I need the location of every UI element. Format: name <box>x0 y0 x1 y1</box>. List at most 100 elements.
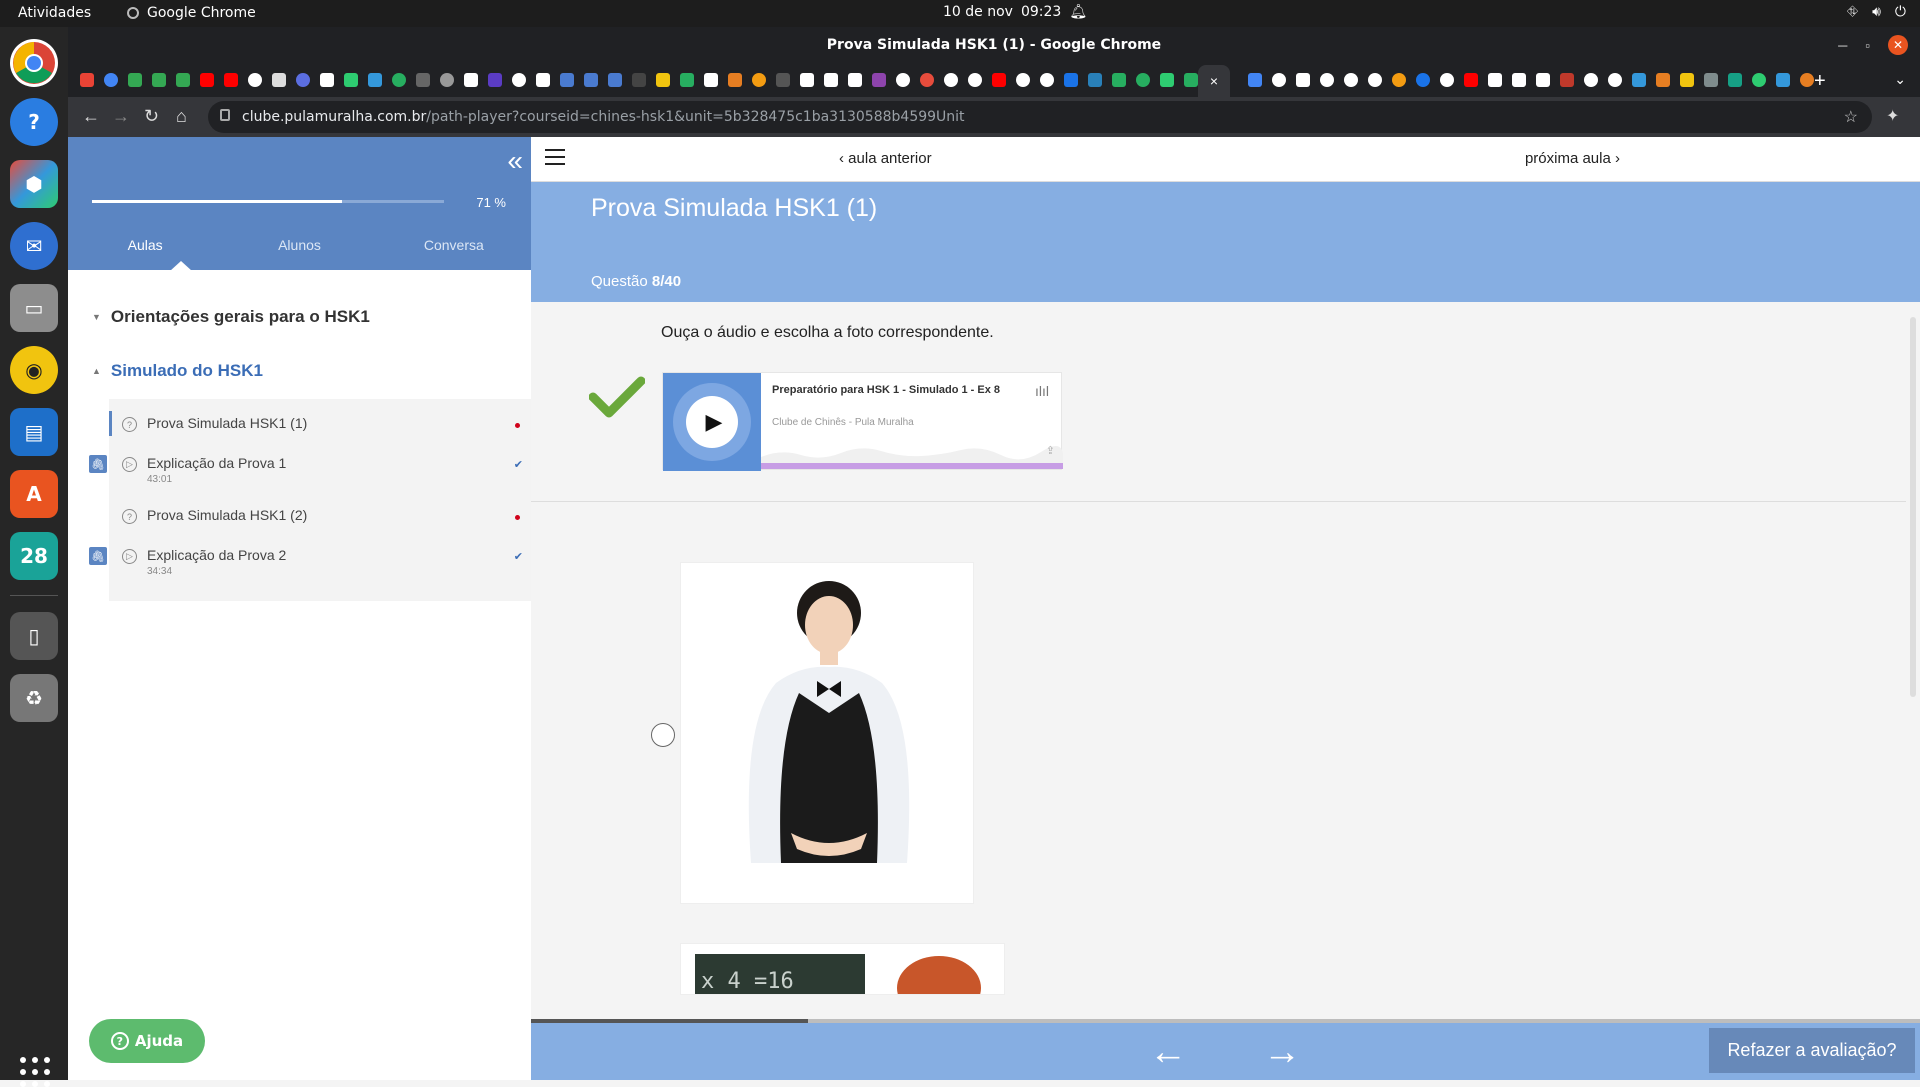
tab-favicon[interactable] <box>80 73 94 87</box>
tab-favicon[interactable] <box>848 73 862 87</box>
tab-favicon[interactable] <box>1184 73 1198 87</box>
chrome-icon[interactable] <box>10 39 58 87</box>
tab-favicon[interactable] <box>224 73 238 87</box>
tab-favicon[interactable] <box>488 73 502 87</box>
tab-favicon[interactable] <box>1368 73 1382 87</box>
close-icon[interactable]: ✕ <box>1888 35 1908 55</box>
previous-lesson-link[interactable]: ‹ aula anterior <box>839 150 932 167</box>
help-button[interactable]: ? Ajuda <box>89 1019 205 1063</box>
files-icon[interactable]: ▭ <box>10 284 58 332</box>
tab-favicon[interactable] <box>1800 73 1814 87</box>
tab-favicon[interactable] <box>920 73 934 87</box>
tab-favicon[interactable] <box>1584 73 1598 87</box>
share-icon[interactable]: ⇪ <box>1046 444 1055 457</box>
tab-favicon[interactable] <box>176 73 190 87</box>
tab-favicon[interactable] <box>896 73 910 87</box>
section-orientacoes[interactable]: ▼ Orientações gerais para o HSK1 <box>92 307 370 327</box>
bookmark-star-icon[interactable]: ☆ <box>1844 107 1858 127</box>
tab-favicon[interactable] <box>200 73 214 87</box>
tab-favicon[interactable] <box>1656 73 1670 87</box>
tab-favicon[interactable] <box>512 73 526 87</box>
tab-favicon[interactable] <box>656 73 670 87</box>
tab-favicon[interactable] <box>1088 73 1102 87</box>
tab-favicon[interactable] <box>1728 73 1742 87</box>
address-bar[interactable]: clube.pulamuralha.com.br/path-player?cou… <box>208 101 1872 133</box>
attachment-icon[interactable]: 🖇︎ <box>89 547 107 565</box>
tab-favicon[interactable] <box>392 73 406 87</box>
tab-favicon[interactable] <box>128 73 142 87</box>
system-tray[interactable]: ⛗ 🔊︎ ⏻ <box>1847 4 1906 20</box>
tab-favicon[interactable] <box>272 73 286 87</box>
soundcloud-icon[interactable]: ılıl <box>1035 383 1049 399</box>
back-icon[interactable]: ← <box>82 106 100 127</box>
software-icon[interactable]: A <box>10 470 58 518</box>
tab-favicon[interactable] <box>800 73 814 87</box>
play-button[interactable]: ▶ <box>686 396 738 448</box>
playback-bar[interactable] <box>761 463 1063 469</box>
tab-favicon[interactable] <box>344 73 358 87</box>
home-icon[interactable]: ⌂ <box>176 106 187 127</box>
tab-favicon[interactable] <box>824 73 838 87</box>
tab-favicon[interactable] <box>1608 73 1622 87</box>
tab-favicon[interactable] <box>944 73 958 87</box>
tab-favicon[interactable] <box>536 73 550 87</box>
tab-favicon[interactable] <box>584 73 598 87</box>
tab-favicon[interactable] <box>248 73 262 87</box>
lesson-item[interactable]: ? Prova Simulada HSK1 (2) <box>109 507 531 535</box>
tab-favicon[interactable] <box>320 73 334 87</box>
hamburger-menu-icon[interactable] <box>545 149 565 170</box>
tab-favicon[interactable] <box>632 73 646 87</box>
tab-favicon[interactable] <box>992 73 1006 87</box>
tab-favicon[interactable] <box>1136 73 1150 87</box>
drive-icon[interactable]: ▯ <box>10 612 58 660</box>
clock[interactable]: 10 de nov 09:23 🔔︎ <box>943 4 1087 20</box>
thunderbird-icon[interactable]: ✉ <box>10 222 58 270</box>
tab-favicon[interactable] <box>416 73 430 87</box>
tab-favicon[interactable] <box>152 73 166 87</box>
tab-favicon[interactable] <box>1296 73 1310 87</box>
trash-icon[interactable]: ♻ <box>10 674 58 722</box>
tab-favicon[interactable] <box>1248 73 1262 87</box>
section-simulado[interactable]: ▲ Simulado do HSK1 <box>92 361 263 381</box>
tab-favicon[interactable] <box>872 73 886 87</box>
tab-favicon[interactable] <box>752 73 766 87</box>
tab-favicon[interactable] <box>1272 73 1286 87</box>
writer-icon[interactable]: ▤ <box>10 408 58 456</box>
tab-favicon[interactable] <box>1344 73 1358 87</box>
tab-favicon[interactable] <box>368 73 382 87</box>
activities-button[interactable]: Atividades <box>18 5 91 21</box>
tab-favicon[interactable] <box>1440 73 1454 87</box>
lesson-item[interactable]: ▷ Explicação da Prova 1 43:01 ✔ <box>109 455 531 493</box>
new-tab-button[interactable]: + <box>1814 70 1826 93</box>
lesson-item[interactable]: ▷ Explicação da Prova 2 34:34 ✔ <box>109 547 531 585</box>
answer-photo-teacher[interactable]: x 4 =16 <box>680 943 1005 995</box>
vertical-scrollbar[interactable] <box>1910 317 1916 697</box>
extensions-icon[interactable]: ✦ <box>1886 106 1899 126</box>
previous-question-arrow-icon[interactable]: ← <box>1149 1031 1187 1074</box>
tab-favicon[interactable] <box>1680 73 1694 87</box>
tab-aulas[interactable]: Aulas <box>68 237 222 259</box>
tab-favicon[interactable] <box>1320 73 1334 87</box>
tab-favicon[interactable] <box>1632 73 1646 87</box>
tab-favicon[interactable] <box>1536 73 1550 87</box>
tab-favicon[interactable] <box>440 73 454 87</box>
minimize-icon[interactable]: ─ <box>1838 38 1847 53</box>
redo-quiz-button[interactable]: Refazer a avaliação? <box>1709 1028 1915 1073</box>
answer-option-radio[interactable] <box>651 723 675 747</box>
tab-favicon[interactable] <box>968 73 982 87</box>
next-lesson-link[interactable]: próxima aula › <box>1525 150 1620 167</box>
tab-favicon[interactable] <box>1392 73 1406 87</box>
tab-favicon[interactable] <box>1512 73 1526 87</box>
collapse-sidebar-icon[interactable]: « <box>507 145 523 177</box>
tab-favicon[interactable] <box>728 73 742 87</box>
rhythmbox-icon[interactable]: ◉ <box>10 346 58 394</box>
tab-favicon[interactable] <box>464 73 478 87</box>
tab-favicon[interactable] <box>1040 73 1054 87</box>
tab-favicon[interactable] <box>1416 73 1430 87</box>
answer-photo-waitress[interactable] <box>680 562 974 904</box>
tab-favicon[interactable] <box>1464 73 1478 87</box>
tab-favicon[interactable] <box>608 73 622 87</box>
app-menu[interactable]: Google Chrome <box>127 5 256 21</box>
tab-favicon[interactable] <box>1160 73 1174 87</box>
attachment-icon[interactable]: 🖇︎ <box>89 455 107 473</box>
